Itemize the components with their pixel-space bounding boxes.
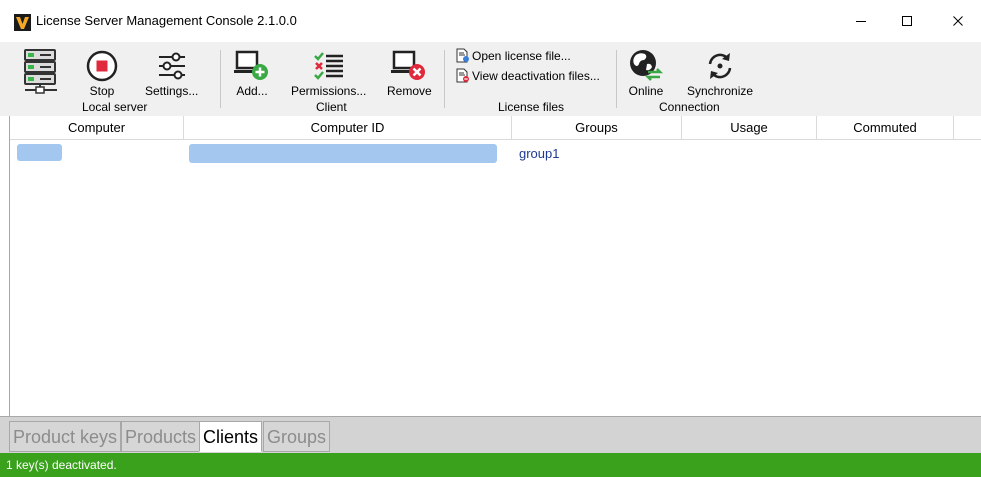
license-files-group-label: License files — [498, 100, 565, 114]
add-computer-icon — [234, 50, 268, 80]
online-button[interactable]: Online — [628, 48, 664, 98]
column-header-groups[interactable]: Groups — [512, 116, 682, 140]
minimize-icon — [856, 21, 866, 22]
open-license-file-button[interactable]: Open license file... — [456, 48, 571, 63]
permissions-label: Permissions... — [291, 84, 367, 98]
add-client-button[interactable]: Add... — [234, 50, 270, 98]
settings-label: Settings... — [145, 84, 199, 98]
synchronize-label: Synchronize — [687, 84, 754, 98]
app-window: License Server Management Console 2.1.0.… — [0, 0, 981, 477]
local-server-group-label: Local server — [82, 100, 148, 114]
ribbon-separator — [616, 50, 617, 108]
ribbon-separator — [220, 50, 221, 108]
globe-online-icon — [630, 50, 664, 81]
maximize-icon — [902, 16, 912, 26]
connection-group-label: Connection — [659, 100, 720, 114]
sliders-icon — [158, 52, 185, 80]
remove-computer-icon — [391, 50, 426, 80]
permissions-button[interactable]: Permissions... — [291, 50, 366, 98]
column-header-usage[interactable]: Usage — [682, 116, 817, 140]
window-title: License Server Management Console 2.1.0.… — [36, 13, 297, 28]
maximize-button[interactable] — [884, 0, 930, 42]
view-tabs: Product keys Products Clients Groups — [0, 416, 981, 453]
stop-button[interactable]: Stop — [86, 50, 118, 98]
stop-label: Stop — [89, 84, 115, 98]
clients-grid: Computer Computer ID Groups Usage Commut… — [9, 116, 981, 416]
title-bar: License Server Management Console 2.1.0.… — [0, 0, 981, 42]
open-file-icon — [456, 48, 469, 63]
client-group-label: Client — [316, 100, 347, 114]
minimize-button[interactable] — [838, 0, 884, 42]
tab-clients[interactable]: Clients — [199, 421, 263, 452]
column-header-computer[interactable]: Computer — [10, 116, 184, 140]
ribbon-toolbar: Stop Settings... Local server Add... Per… — [0, 42, 981, 116]
app-logo-icon — [14, 14, 31, 31]
ribbon-separator — [444, 50, 445, 108]
checklist-icon — [313, 52, 343, 80]
server-icon — [24, 49, 57, 94]
tab-product-keys[interactable]: Product keys — [9, 421, 122, 452]
remove-client-button[interactable]: Remove — [387, 50, 432, 98]
status-message: 1 key(s) deactivated. — [6, 458, 117, 472]
tab-products[interactable]: Products — [121, 421, 201, 452]
view-deactivation-files-button[interactable]: View deactivation files... — [456, 68, 600, 83]
view-deactivation-files-label: View deactivation files... — [472, 68, 600, 83]
groups-cell: group1 — [519, 146, 560, 161]
settings-button[interactable]: Settings... — [145, 50, 198, 98]
add-label: Add... — [236, 84, 268, 98]
synchronize-button[interactable]: Synchronize — [687, 50, 753, 98]
stop-icon — [86, 50, 118, 82]
deactivation-file-icon — [456, 68, 469, 83]
close-icon — [953, 16, 963, 26]
status-bar: 1 key(s) deactivated. — [0, 453, 981, 477]
open-license-file-label: Open license file... — [472, 48, 571, 63]
close-button[interactable] — [935, 0, 981, 42]
column-header-commuted[interactable]: Commuted — [817, 116, 954, 140]
remove-label: Remove — [387, 84, 432, 98]
sync-icon — [708, 53, 732, 79]
column-header-computer-id[interactable]: Computer ID — [184, 116, 512, 140]
online-label: Online — [628, 84, 664, 98]
table-row[interactable]: group1 — [10, 142, 981, 164]
redacted-computer-name — [17, 144, 62, 161]
grid-header: Computer Computer ID Groups Usage Commut… — [10, 116, 981, 140]
tab-groups[interactable]: Groups — [263, 421, 331, 452]
redacted-computer-id — [189, 144, 497, 163]
local-server-status[interactable] — [23, 48, 69, 94]
